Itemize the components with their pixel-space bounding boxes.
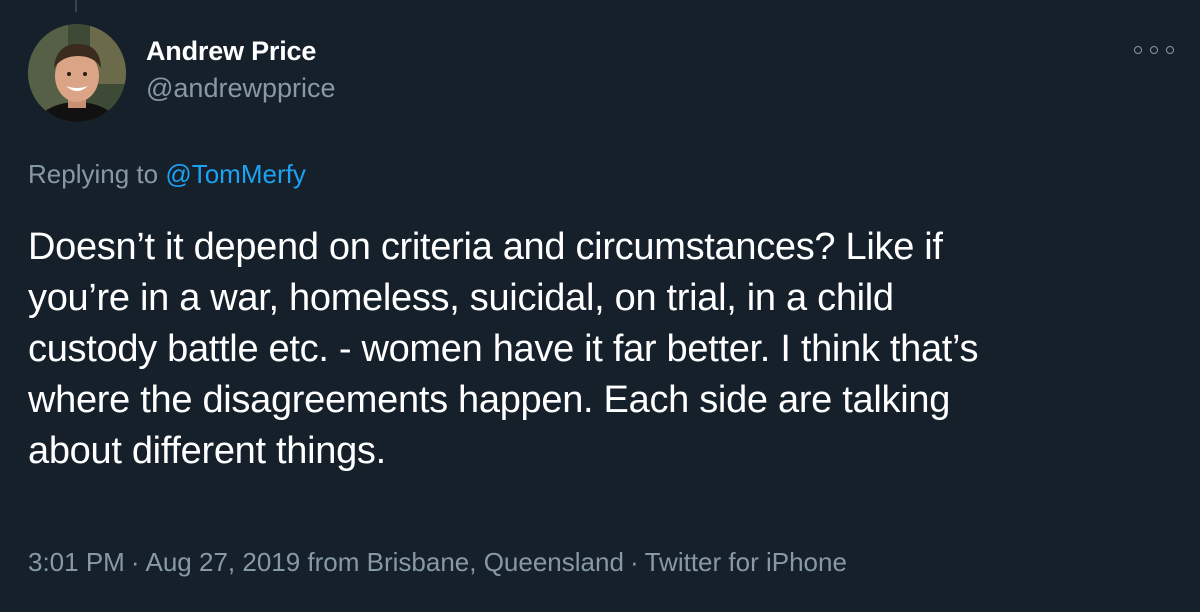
more-options-icon[interactable] — [1134, 38, 1174, 62]
tweet-text-line: Doesn’t it depend on criteria and circum… — [28, 226, 943, 268]
dot-icon — [1150, 46, 1158, 54]
replying-to: Replying to @TomMerfy — [28, 156, 306, 192]
tweet-date-location[interactable]: Aug 27, 2019 from Brisbane, Queensland — [146, 547, 624, 577]
replying-to-label: Replying to — [28, 159, 159, 189]
tweet-text-line: custody battle etc. - women have it far … — [28, 328, 979, 370]
avatar[interactable] — [28, 24, 126, 122]
thread-connector-line — [75, 0, 77, 12]
dot-icon — [1166, 46, 1174, 54]
author-block[interactable]: Andrew Price @andrewpprice — [146, 33, 336, 107]
author-handle[interactable]: @andrewpprice — [146, 69, 336, 107]
tweet-text: Doesn’t it depend on criteria and circum… — [28, 222, 1178, 477]
tweet-text-line: you’re in a war, homeless, suicidal, on … — [28, 277, 894, 319]
reply-mention-link[interactable]: @TomMerfy — [165, 159, 306, 189]
tweet-text-line: where the disagreements happen. Each sid… — [28, 379, 951, 421]
tweet-metadata: 3:01 PM · Aug 27, 2019 from Brisbane, Quee… — [28, 544, 847, 580]
tweet-text-line: about different things. — [28, 430, 386, 472]
separator: · — [130, 547, 140, 577]
avatar-image — [28, 24, 126, 122]
tweet-time[interactable]: 3:01 PM — [28, 547, 125, 577]
author-display-name[interactable]: Andrew Price — [146, 33, 336, 69]
separator: · — [629, 547, 639, 577]
tweet-source[interactable]: Twitter for iPhone — [645, 547, 847, 577]
dot-icon — [1134, 46, 1142, 54]
